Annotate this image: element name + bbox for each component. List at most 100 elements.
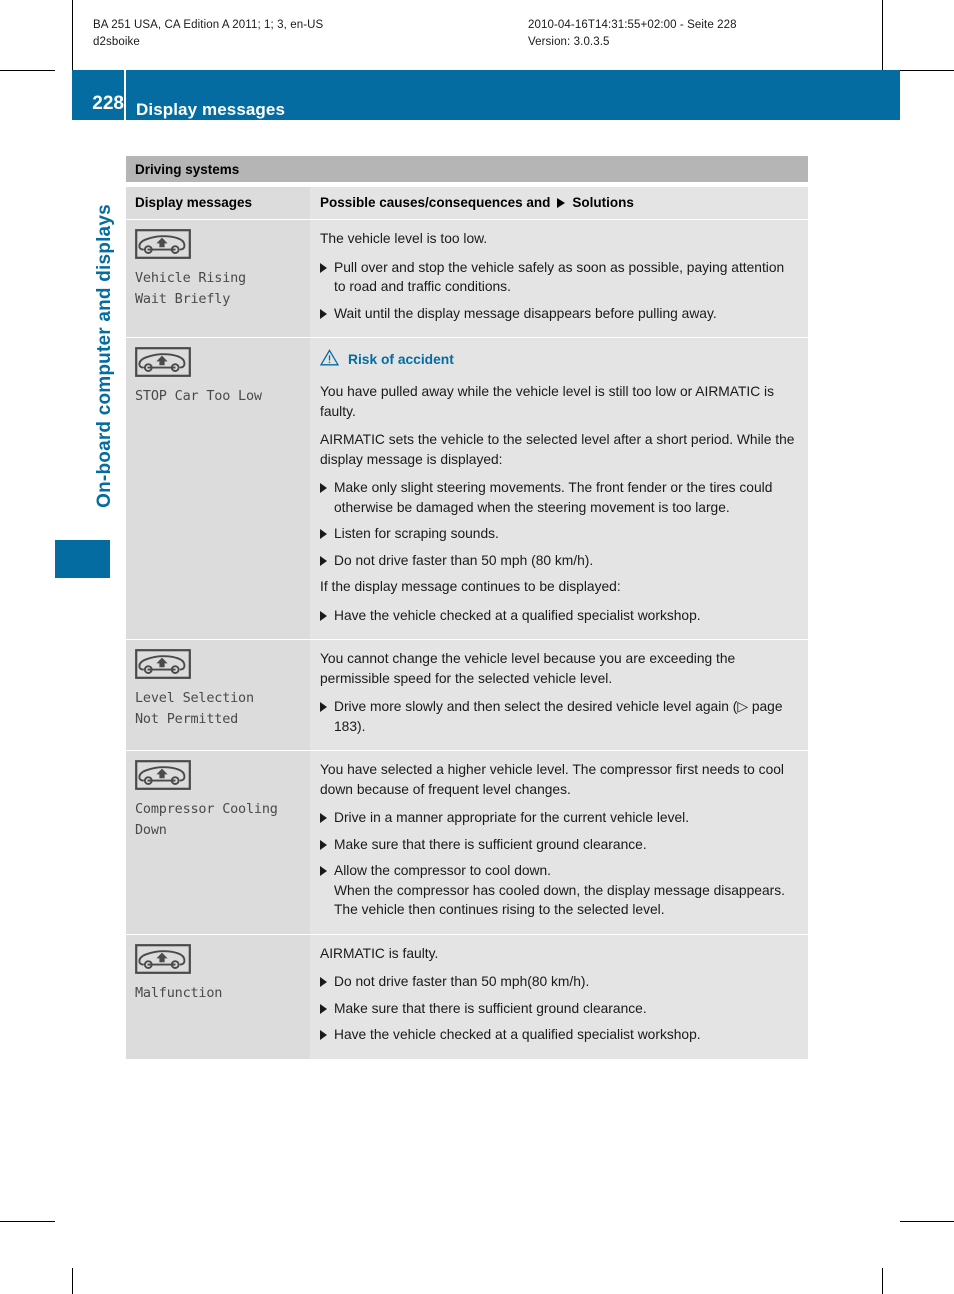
table-row: Vehicle Rising Wait Briefly The vehicle l…: [126, 219, 808, 337]
bullet-triangle-icon: [320, 258, 334, 273]
solution-bullet-text: Drive more slowly and then select the de…: [334, 699, 783, 734]
display-message-cell: Vehicle Rising Wait Briefly: [126, 220, 310, 337]
table-row: Malfunction AIRMATIC is faulty. Do not dri…: [126, 933, 808, 1059]
solution-bullet: Have the vehicle checked at a qualified …: [320, 606, 796, 626]
crop-mark-top-left-horizontal: [0, 70, 55, 71]
solution-bullet: Make sure that there is sufficient groun…: [320, 999, 796, 1019]
bullet-triangle-icon: [320, 606, 334, 621]
print-meta-left: BA 251 USA, CA Edition A 2011; 1; 3, en-…: [93, 17, 323, 51]
solution-bullet-text: Drive in a manner appropriate for the cu…: [334, 810, 690, 825]
solution-bullet: Drive in a manner appropriate for the cu…: [320, 808, 796, 828]
table-section-title: Driving systems: [126, 156, 808, 182]
solution-bullet-body: Make only slight steering movements. The…: [334, 478, 796, 517]
display-message-text: Level Selection Not Permitted: [135, 690, 254, 727]
solution-bullet-text: Make only slight steering movements. The…: [334, 480, 773, 515]
bullet-triangle-icon: [320, 972, 334, 987]
crop-mark-bottom-right-horizontal: [900, 1221, 954, 1222]
solution-bullet-text: Wait until the display message disappear…: [334, 305, 717, 321]
crop-mark-top-left-vertical: [72, 0, 73, 70]
chapter-tab-marker: [55, 540, 110, 578]
print-meta-right-line2: Version: 3.0.3.5: [528, 36, 610, 48]
solution-bullet-body: Listen for scraping sounds.: [334, 524, 796, 544]
bullet-triangle-icon: [320, 1025, 334, 1040]
bullet-triangle-icon: [320, 524, 334, 539]
print-meta-right-line1: 2010-04-16T14:31:55+02:00 - Seite 228: [528, 19, 737, 31]
display-message-cell: Level Selection Not Permitted: [126, 640, 310, 750]
solution-bullet-body: Wait until the display message disappear…: [334, 304, 796, 324]
table-row: Compressor Cooling Down You have selected…: [126, 750, 808, 934]
print-meta-left-line1: BA 251 USA, CA Edition A 2011; 1; 3, en-…: [93, 19, 324, 31]
solution-bullet-text: Have the vehicle checked at a qualified …: [334, 607, 701, 623]
display-message-cell: Compressor Cooling Down: [126, 751, 310, 934]
solution-bullet: Allow the compressor to cool down. When t…: [320, 861, 796, 920]
table-body: Vehicle Rising Wait Briefly The vehicle l…: [126, 219, 808, 1059]
bullet-triangle-icon: [320, 835, 334, 850]
column-header-causes-text: Possible causes/consequences and: [320, 195, 551, 210]
causes-solutions-cell: AIRMATIC is faulty. Do not drive faster t…: [310, 934, 808, 1059]
solution-bullet-body: Have the vehicle checked at a qualified …: [334, 606, 796, 626]
solution-bullet-text: Make sure that there is sufficient groun…: [334, 1000, 647, 1016]
solution-bullet-body: Drive in a manner appropriate for the cu…: [334, 808, 796, 828]
crop-mark-top-right-vertical: [882, 0, 883, 70]
display-message-text: Malfunction: [135, 984, 223, 1001]
print-meta-right: 2010-04-16T14:31:55+02:00 - Seite 228 Ve…: [528, 17, 737, 51]
causes-solutions-cell: Risk of accident You have pulled away whi…: [310, 338, 808, 639]
table-header-left-cell: Display messages: [126, 187, 310, 219]
table-header-row: Display messages Possible causes/consequ…: [126, 187, 808, 219]
solution-bullet-body: Do not drive faster than 50 mph(80 km/h)…: [334, 972, 796, 992]
paragraph: You have selected a higher vehicle level…: [320, 762, 784, 797]
display-message-cell: STOP Car Too Low: [126, 338, 310, 639]
display-message-cell: Malfunction: [126, 934, 310, 1059]
crop-mark-top-right-horizontal: [900, 70, 954, 71]
solution-bullet-body: Pull over and stop the vehicle safely as…: [334, 258, 796, 297]
solution-bullet-body: Make sure that there is sufficient groun…: [334, 999, 796, 1019]
display-messages-table: Driving systems Display messages Possibl…: [126, 156, 808, 1059]
solution-bullet-body: Allow the compressor to cool down. When t…: [334, 861, 796, 920]
solid-triangle-icon: [557, 198, 566, 208]
solution-bullet-text: Have the vehicle checked at a qualified …: [334, 1027, 701, 1042]
crop-mark-bottom-left-vertical: [72, 1268, 73, 1294]
table-row: Level Selection Not Permitted You cannot …: [126, 639, 808, 750]
causes-solutions-cell: You have selected a higher vehicle level…: [310, 751, 808, 934]
display-message-text: STOP Car Too Low: [135, 388, 262, 404]
column-header-causes-solutions: Possible causes/consequences and Solutio…: [320, 195, 796, 211]
display-message-text: Compressor Cooling Down: [135, 801, 278, 838]
display-message-text: Vehicle Rising Wait Briefly: [135, 270, 246, 307]
solution-bullet-body: Make sure that there is sufficient groun…: [334, 835, 796, 855]
solution-bullet: Pull over and stop the vehicle safely as…: [320, 258, 796, 297]
solution-bullet-text: Do not drive faster than 50 mph (80 km/h…: [334, 552, 594, 568]
solution-bullet-body: Do not drive faster than 50 mph (80 km/h…: [334, 551, 796, 571]
paragraph: AIRMATIC is faulty.: [320, 945, 439, 961]
solution-bullet-text: Make sure that there is sufficient groun…: [334, 836, 647, 852]
solution-bullet: Make only slight steering movements. The…: [320, 478, 796, 517]
paragraph: You have pulled away while the vehicle l…: [320, 384, 774, 419]
vehicle-level-raise-icon: [135, 649, 301, 679]
vehicle-level-raise-icon: [135, 347, 301, 377]
solution-bullet: Do not drive faster than 50 mph (80 km/h…: [320, 551, 796, 571]
solution-bullet: Wait until the display message disappear…: [320, 304, 796, 324]
paragraph: The vehicle level is too low.: [320, 231, 488, 246]
column-header-display-messages: Display messages: [135, 195, 253, 210]
solution-bullet-text: Allow the compressor to cool down.: [334, 863, 552, 878]
print-meta-left-line2: d2sboike: [93, 36, 140, 48]
solution-bullet: Do not drive faster than 50 mph(80 km/h)…: [320, 972, 796, 992]
column-header-solutions-text: Solutions: [572, 195, 634, 210]
table-row: STOP Car Too Low Risk of accident You hav…: [126, 337, 808, 639]
vehicle-level-raise-icon: [135, 943, 301, 974]
page-title: Display messages: [136, 100, 286, 119]
solution-bullet-body: Drive more slowly and then select the de…: [334, 697, 796, 736]
warning-triangle-icon: [319, 349, 340, 371]
causes-solutions-cell: The vehicle level is too low. Pull over a…: [310, 220, 808, 337]
paragraph: AIRMATIC sets the vehicle to the selecte…: [320, 432, 795, 467]
solution-bullet: Have the vehicle checked at a qualified …: [320, 1025, 796, 1045]
header-divider: [124, 70, 126, 120]
causes-solutions-cell: You cannot change the vehicle level beca…: [310, 640, 808, 750]
warning-title: Risk of accident: [348, 352, 454, 367]
vehicle-level-raise-icon: [135, 760, 301, 790]
solution-bullet-text: Listen for scraping sounds.: [334, 526, 499, 541]
warning-notice: Risk of accident: [319, 349, 796, 371]
crop-mark-bottom-right-vertical: [882, 1268, 883, 1294]
paragraph: You cannot change the vehicle level beca…: [320, 651, 736, 686]
bullet-triangle-icon: [320, 861, 334, 876]
solution-bullet: Listen for scraping sounds.: [320, 524, 796, 544]
